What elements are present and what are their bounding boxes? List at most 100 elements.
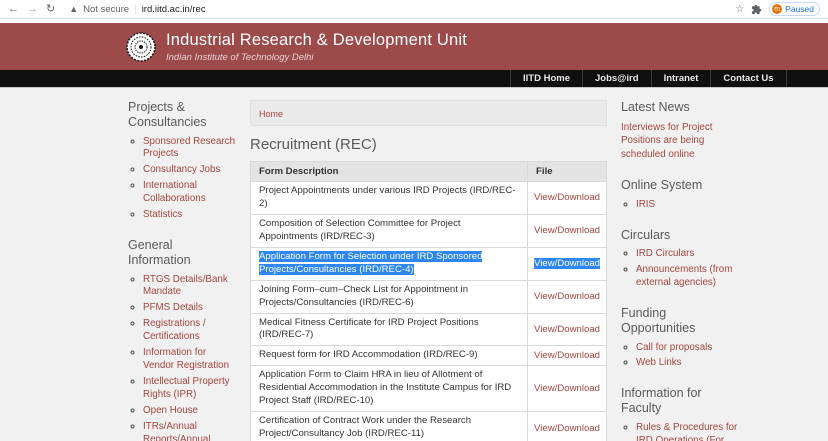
extensions-puzzle-icon[interactable]: [751, 4, 762, 15]
form-description: Application Form for Selection under IRD…: [259, 250, 483, 275]
circulars-list: IRD Circulars Announcements (from extern…: [621, 248, 743, 290]
link-rtgs-details[interactable]: RTGS Details/Bank Mandate: [143, 274, 228, 298]
list-item: ITRs/Annual Reports/Annual Accounts: [143, 421, 236, 441]
table-header-row: Form Description File: [249, 161, 607, 182]
view-download-link[interactable]: View/Download: [534, 383, 600, 394]
link-rules-procedures[interactable]: Rules & Procedures for IRD Operations (F…: [636, 422, 737, 441]
list-item: Open House: [143, 405, 236, 418]
table-row: Certification of Contract Work under the…: [249, 411, 607, 441]
funding-opportunities-list: Call for proposals Web Links: [621, 342, 743, 371]
site-header: Industrial Research & Development Unit I…: [0, 23, 828, 70]
browser-toolbar: ← → ↻ ▲︎ Not secure | ird.iitd.ac.in/rec…: [0, 0, 828, 19]
view-download-link[interactable]: View/Download: [534, 423, 600, 434]
link-itrs-annual-reports[interactable]: ITRs/Annual Reports/Annual Accounts: [143, 421, 211, 441]
link-sponsored-research-projects[interactable]: Sponsored Research Projects: [143, 136, 235, 160]
table-row: Request form for IRD Accommodation (IRD/…: [249, 345, 607, 367]
latest-news-text[interactable]: Interviews for Project Positions are bei…: [621, 121, 743, 162]
view-download-link[interactable]: View/Download: [534, 291, 600, 302]
list-item: PFMS Details: [143, 302, 236, 315]
table-row: Project Appointments under various IRD P…: [249, 181, 607, 215]
table-row: Medical Fitness Certificate for IRD Proj…: [249, 312, 607, 347]
address-bar[interactable]: ▲︎ Not secure | ird.iitd.ac.in/rec: [69, 4, 727, 15]
link-announcements[interactable]: Announcements (from external agencies): [636, 264, 732, 288]
link-international-collaborations[interactable]: International Collaborations: [143, 180, 206, 204]
online-system-list: IRIS: [621, 199, 743, 212]
list-item: International Collaborations: [143, 180, 236, 206]
site-header-text: Industrial Research & Development Unit I…: [166, 31, 467, 63]
nav-item-jobs-ird[interactable]: Jobs@ird: [581, 70, 651, 87]
section-title-funding-opportunities: Funding Opportunities: [621, 306, 696, 335]
breadcrumb: Home: [250, 100, 607, 126]
list-item: Web Links: [636, 357, 743, 370]
nav-item-intranet[interactable]: Intranet: [650, 70, 711, 87]
form-description: Certification of Contract Work under the…: [259, 415, 472, 440]
browser-window: ← → ↻ ▲︎ Not secure | ird.iitd.ac.in/rec…: [0, 0, 828, 441]
view-download-link[interactable]: View/Download: [534, 225, 600, 236]
view-download-link[interactable]: View/Download: [534, 350, 600, 361]
iitd-logo-icon: [126, 31, 156, 62]
list-item: Announcements (from external agencies): [636, 264, 743, 290]
section-title-latest-news: Latest News: [621, 100, 690, 114]
paused-label: Paused: [785, 4, 814, 14]
list-item: RTGS Details/Bank Mandate: [143, 274, 236, 300]
not-secure-label: Not secure: [83, 3, 130, 15]
form-description: Medical Fitness Certificate for IRD Proj…: [259, 316, 479, 341]
list-item: IRIS: [636, 199, 743, 212]
url-divider: |: [134, 3, 137, 15]
profile-avatar: m: [772, 4, 783, 14]
view-download-link[interactable]: View/Download: [534, 192, 600, 203]
view-download-link[interactable]: View/Download: [534, 258, 600, 270]
table-row: Composition of Selection Committee for P…: [249, 213, 607, 248]
nav-item-contact-us[interactable]: Contact Us: [710, 70, 787, 87]
table-row-selected: Application Form for Selection under IRD…: [249, 246, 607, 281]
profile-sync-paused-button[interactable]: m Paused: [769, 2, 820, 16]
page-title: Recruitment (REC): [250, 136, 377, 153]
url-text: ird.iitd.ac.in/rec: [141, 3, 206, 15]
section-title-circulars: Circulars: [621, 227, 671, 242]
section-title-projects-consultancies: Projects & Consultancies: [128, 100, 207, 129]
main-navigation: IITD Home Jobs@ird Intranet Contact Us: [0, 70, 828, 88]
section-title-general-information: General Information: [128, 238, 191, 267]
link-pfms-details[interactable]: PFMS Details: [143, 302, 203, 313]
form-description: Composition of Selection Committee for P…: [259, 217, 461, 242]
column-header-form-description: Form Description: [249, 161, 529, 182]
list-item: Consultancy Jobs: [143, 164, 236, 177]
site-title: Industrial Research & Development Unit: [166, 30, 468, 49]
link-ipr[interactable]: Intellectual Property Rights (IPR): [143, 376, 230, 400]
list-item: Registrations / Certifications: [143, 318, 236, 344]
link-registrations-certifications[interactable]: Registrations / Certifications: [143, 318, 206, 342]
list-item: Call for proposals: [636, 342, 743, 355]
link-statistics[interactable]: Statistics: [143, 209, 182, 220]
link-web-links[interactable]: Web Links: [636, 357, 682, 368]
back-icon[interactable]: ←: [8, 3, 19, 15]
form-description: Joining Form–cum–Check List for Appointm…: [259, 283, 469, 308]
information-for-faculty-list: Rules & Procedures for IRD Operations (F…: [621, 422, 743, 441]
list-item: IRD Circulars: [636, 248, 743, 261]
bookmark-star-icon[interactable]: ☆: [735, 4, 744, 15]
list-item: Information for Vendor Registration: [143, 347, 236, 373]
form-description: Request form for IRD Accommodation (IRD/…: [259, 349, 478, 361]
forward-icon[interactable]: →: [27, 3, 38, 15]
link-call-for-proposals[interactable]: Call for proposals: [636, 342, 712, 353]
list-item: Statistics: [143, 209, 236, 222]
reload-icon[interactable]: ↻: [46, 3, 55, 15]
right-sidebar: Latest News Interviews for Project Posit…: [621, 100, 743, 441]
table-row: Joining Form–cum–Check List for Appointm…: [249, 279, 607, 314]
forms-table: Form Description File Project Appointmen…: [249, 161, 607, 441]
view-download-link[interactable]: View/Download: [534, 324, 600, 335]
form-description: Application Form to Claim HRA in lieu of…: [259, 369, 512, 407]
general-information-list: RTGS Details/Bank Mandate PFMS Details R…: [128, 274, 236, 441]
link-consultancy-jobs[interactable]: Consultancy Jobs: [143, 164, 220, 175]
site-subtitle: Indian Institute of Technology Delhi: [166, 51, 314, 63]
list-item: Rules & Procedures for IRD Operations (F…: [636, 422, 743, 441]
breadcrumb-home-link[interactable]: Home: [259, 109, 283, 119]
toolbar-right-cluster: ☆ m Paused: [735, 2, 820, 16]
link-ird-circulars[interactable]: IRD Circulars: [636, 248, 694, 259]
table-row: Application Form to Claim HRA in lieu of…: [249, 365, 607, 413]
list-item: Intellectual Property Rights (IPR): [143, 376, 236, 402]
nav-item-iitd-home[interactable]: IITD Home: [510, 70, 582, 87]
link-iris[interactable]: IRIS: [636, 199, 655, 210]
left-sidebar: Projects & Consultancies Sponsored Resea…: [128, 100, 236, 441]
link-open-house[interactable]: Open House: [143, 405, 198, 416]
link-vendor-registration[interactable]: Information for Vendor Registration: [143, 347, 229, 371]
